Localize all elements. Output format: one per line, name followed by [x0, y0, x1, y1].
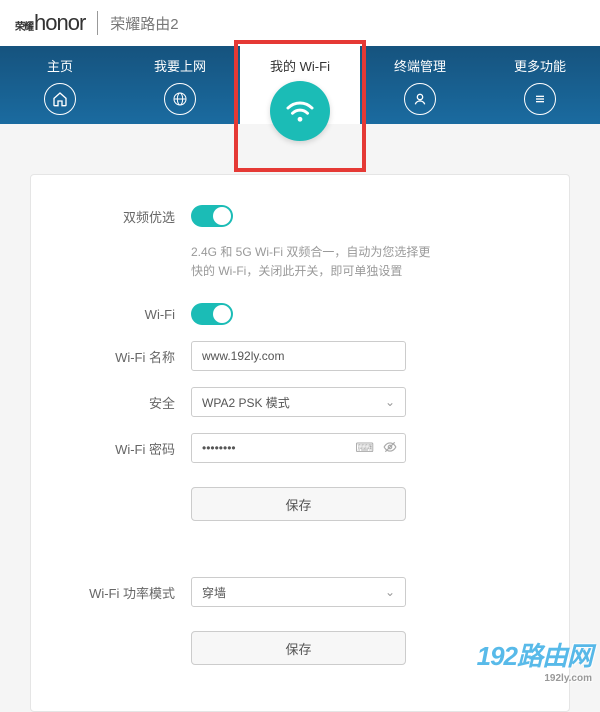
- security-select[interactable]: WPA2 PSK 模式 ⌄: [191, 387, 406, 417]
- chevron-down-icon: ⌄: [385, 585, 395, 599]
- keyboard-icon[interactable]: ⌨: [355, 440, 374, 456]
- brand-prefix: 荣耀: [15, 23, 33, 32]
- nav-wifi[interactable]: 我的 Wi-Fi: [240, 46, 360, 124]
- dualband-toggle[interactable]: [191, 205, 233, 227]
- globe-icon: [164, 83, 196, 115]
- row-password: Wi-Fi 密码 ⌨: [61, 433, 539, 463]
- row-wifi-switch: Wi-Fi: [61, 303, 539, 325]
- power-select[interactable]: 穿墙 ⌄: [191, 577, 406, 607]
- row-dualband-desc: 2.4G 和 5G Wi-Fi 双频合一，自动为您选择更快的 Wi-Fi，关闭此…: [61, 243, 539, 303]
- wifi-toggle[interactable]: [191, 303, 233, 325]
- user-icon: [404, 83, 436, 115]
- row-save: 保存: [61, 487, 539, 521]
- nav-home[interactable]: 主页: [0, 46, 120, 124]
- settings-panel: 双频优选 2.4G 和 5G Wi-Fi 双频合一，自动为您选择更快的 Wi-F…: [30, 174, 570, 712]
- nav-wan[interactable]: 我要上网: [120, 46, 240, 124]
- power-value: 穿墙: [202, 584, 226, 601]
- row-power: Wi-Fi 功率模式 穿墙 ⌄: [61, 577, 539, 607]
- product-name: 荣耀路由2: [110, 13, 178, 34]
- wifi-icon: [270, 81, 330, 141]
- nav-more-label: 更多功能: [514, 59, 566, 74]
- nav-more[interactable]: 更多功能: [480, 46, 600, 124]
- wifi-switch-label: Wi-Fi: [61, 307, 191, 322]
- nav-devices-label: 终端管理: [394, 59, 446, 74]
- header: 荣耀 honor 荣耀路由2: [0, 0, 600, 46]
- row-ssid: Wi-Fi 名称: [61, 341, 539, 371]
- dualband-desc: 2.4G 和 5G Wi-Fi 双频合一，自动为您选择更快的 Wi-Fi，关闭此…: [191, 243, 431, 281]
- nav-bar: 主页 我要上网 我的 Wi-Fi 终端管理 更多功能: [0, 46, 600, 124]
- brand-logo: 荣耀 honor: [15, 10, 85, 36]
- nav-home-label: 主页: [47, 59, 73, 74]
- security-label: 安全: [61, 393, 191, 412]
- brand-text: honor: [34, 10, 85, 36]
- row-security: 安全 WPA2 PSK 模式 ⌄: [61, 387, 539, 417]
- dualband-label: 双频优选: [61, 207, 191, 226]
- row-dualband: 双频优选: [61, 205, 539, 227]
- save-button[interactable]: 保存: [191, 487, 406, 521]
- home-icon: [44, 83, 76, 115]
- content: 双频优选 2.4G 和 5G Wi-Fi 双频合一，自动为您选择更快的 Wi-F…: [0, 124, 600, 712]
- nav-wifi-label: 我的 Wi-Fi: [270, 59, 330, 74]
- nav-wan-label: 我要上网: [154, 59, 206, 74]
- ssid-input[interactable]: [191, 341, 406, 371]
- divider: [97, 11, 98, 35]
- row-save2: 保存: [61, 631, 539, 665]
- power-label: Wi-Fi 功率模式: [61, 583, 191, 602]
- security-value: WPA2 PSK 模式: [202, 394, 290, 411]
- nav-devices[interactable]: 终端管理: [360, 46, 480, 124]
- pwd-label: Wi-Fi 密码: [61, 439, 191, 458]
- ssid-label: Wi-Fi 名称: [61, 347, 191, 366]
- chevron-down-icon: ⌄: [385, 395, 395, 409]
- menu-icon: [524, 83, 556, 115]
- eye-off-icon[interactable]: [382, 440, 398, 456]
- save-button-2[interactable]: 保存: [191, 631, 406, 665]
